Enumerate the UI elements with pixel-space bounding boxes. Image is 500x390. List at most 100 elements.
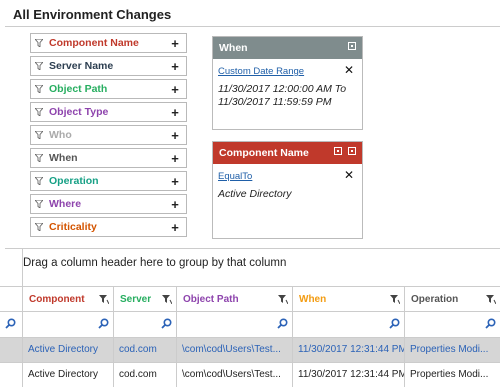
table-cell: Properties Modi...	[410, 369, 489, 380]
filter-cell-when[interactable]	[293, 311, 405, 337]
filter-item-object-type[interactable]: Object Type +	[30, 102, 187, 122]
column-filter-icon[interactable]	[99, 294, 109, 304]
column-label: When	[299, 293, 327, 305]
add-filter-icon[interactable]: +	[168, 105, 182, 120]
add-filter-icon[interactable]: +	[168, 197, 182, 212]
card-title: Component Name	[219, 147, 309, 159]
filter-item-who[interactable]: Who +	[30, 125, 187, 145]
table-cell: \com\cod\Users\Test...	[177, 363, 293, 387]
search-icon[interactable]	[389, 318, 400, 329]
column-filter-icon[interactable]	[390, 294, 400, 304]
filter-icon	[35, 177, 43, 185]
component-name-filter-card: Component Name EqualTo ✕ Active Director…	[212, 141, 363, 239]
filter-value: 11/30/2017 12:00:00 AM To 11/30/2017 11:…	[218, 83, 347, 108]
filter-label: Object Path	[49, 83, 108, 95]
add-filter-icon[interactable]: +	[168, 128, 182, 143]
column-label: Operation	[411, 293, 459, 305]
table-cell: cod.com	[114, 363, 177, 387]
filter-icon	[35, 62, 43, 70]
close-icon[interactable]	[348, 147, 356, 155]
title-divider	[5, 26, 500, 27]
filter-item-when[interactable]: When +	[30, 148, 187, 168]
filter-row-indicator	[0, 311, 23, 337]
add-filter-icon[interactable]: +	[168, 59, 182, 74]
column-label: Component	[29, 293, 85, 305]
filter-icon	[35, 223, 43, 231]
filter-icon	[35, 200, 43, 208]
add-filter-icon[interactable]: +	[168, 220, 182, 235]
table-cell: Active Directory	[23, 338, 114, 362]
filter-item-object-path[interactable]: Object Path +	[30, 79, 187, 99]
grid-top-divider	[5, 248, 500, 249]
when-filter-card: When Custom Date Range ✕ 11/30/2017 12:0…	[212, 36, 363, 130]
column-header-object-path[interactable]: Object Path	[177, 287, 293, 311]
grid-filter-row	[0, 311, 500, 337]
filter-label: Operation	[49, 175, 99, 187]
table-cell: Properties Modi...	[410, 344, 489, 355]
filter-label: Object Type	[49, 106, 109, 118]
filter-cell-object-path[interactable]	[177, 311, 293, 337]
card-header: Component Name	[213, 142, 362, 164]
table-cell: Active Directory	[23, 363, 114, 387]
row-indicator	[0, 363, 23, 387]
table-cell: cod.com	[114, 338, 177, 362]
filter-icon	[35, 108, 43, 116]
row-indicator-header	[0, 287, 23, 311]
column-header-operation[interactable]: Operation	[405, 287, 500, 311]
remove-filter-icon[interactable]: ✕	[344, 168, 354, 182]
filter-icon	[35, 154, 43, 162]
filter-icon	[35, 85, 43, 93]
filter-cell-component[interactable]	[23, 311, 114, 337]
column-header-component[interactable]: Component	[23, 287, 114, 311]
page-title: All Environment Changes	[13, 7, 172, 22]
card-header: When	[213, 37, 362, 59]
operator-link[interactable]: Custom Date Range	[218, 66, 304, 77]
column-header-server[interactable]: Server	[114, 287, 177, 311]
filter-icon	[35, 131, 43, 139]
filter-cell-operation[interactable]	[405, 311, 500, 337]
column-header-when[interactable]: When	[293, 287, 405, 311]
filter-item-criticality[interactable]: Criticality +	[30, 217, 187, 237]
operator-link[interactable]: EqualTo	[218, 171, 252, 182]
filter-cell-server[interactable]	[114, 311, 177, 337]
search-icon[interactable]	[161, 318, 172, 329]
group-by-hint[interactable]: Drag a column header here to group by th…	[23, 257, 286, 269]
column-filter-icon[interactable]	[278, 294, 288, 304]
table-cell: 11/30/2017 12:31:44 PM	[293, 338, 405, 362]
column-filter-icon[interactable]	[162, 294, 172, 304]
filter-label: Criticality	[49, 221, 97, 233]
filter-item-operation[interactable]: Operation +	[30, 171, 187, 191]
add-filter-icon[interactable]: +	[168, 36, 182, 51]
add-filter-icon[interactable]: +	[168, 82, 182, 97]
filter-label: When	[49, 152, 78, 164]
collapse-icon[interactable]	[334, 147, 342, 155]
table-row[interactable]: Active Directory cod.com \com\cod\Users\…	[0, 363, 500, 387]
filter-item-component-name[interactable]: Component Name +	[30, 33, 187, 53]
remove-filter-icon[interactable]: ✕	[344, 63, 354, 77]
grid-header-row: Component Server Object Path When Operat…	[0, 287, 500, 311]
add-filter-icon[interactable]: +	[168, 174, 182, 189]
search-icon[interactable]	[98, 318, 109, 329]
filter-label: Who	[49, 129, 72, 141]
filter-icon	[35, 39, 43, 47]
table-cell: \com\cod\Users\Test...	[177, 338, 293, 362]
filter-value: Active Directory	[218, 188, 292, 200]
table-row[interactable]: Active Directory cod.com \com\cod\Users\…	[0, 338, 500, 362]
filter-label: Server Name	[49, 60, 114, 72]
column-label: Server	[120, 293, 152, 305]
column-filter-icon[interactable]	[486, 294, 496, 304]
filter-label: Where	[49, 198, 82, 210]
search-icon	[5, 318, 16, 329]
add-filter-icon[interactable]: +	[168, 151, 182, 166]
filter-list: Component Name + Server Name + Object Pa…	[30, 33, 187, 240]
filter-item-server-name[interactable]: Server Name +	[30, 56, 187, 76]
search-icon[interactable]	[485, 318, 496, 329]
table-cell: 11/30/2017 12:31:44 PM	[293, 363, 405, 387]
search-icon[interactable]	[277, 318, 288, 329]
row-indicator	[0, 338, 23, 362]
filter-label: Component Name	[49, 37, 139, 49]
filter-item-where[interactable]: Where +	[30, 194, 187, 214]
collapse-icon[interactable]	[348, 42, 356, 50]
card-title: When	[219, 42, 248, 54]
column-label: Object Path	[183, 293, 239, 305]
